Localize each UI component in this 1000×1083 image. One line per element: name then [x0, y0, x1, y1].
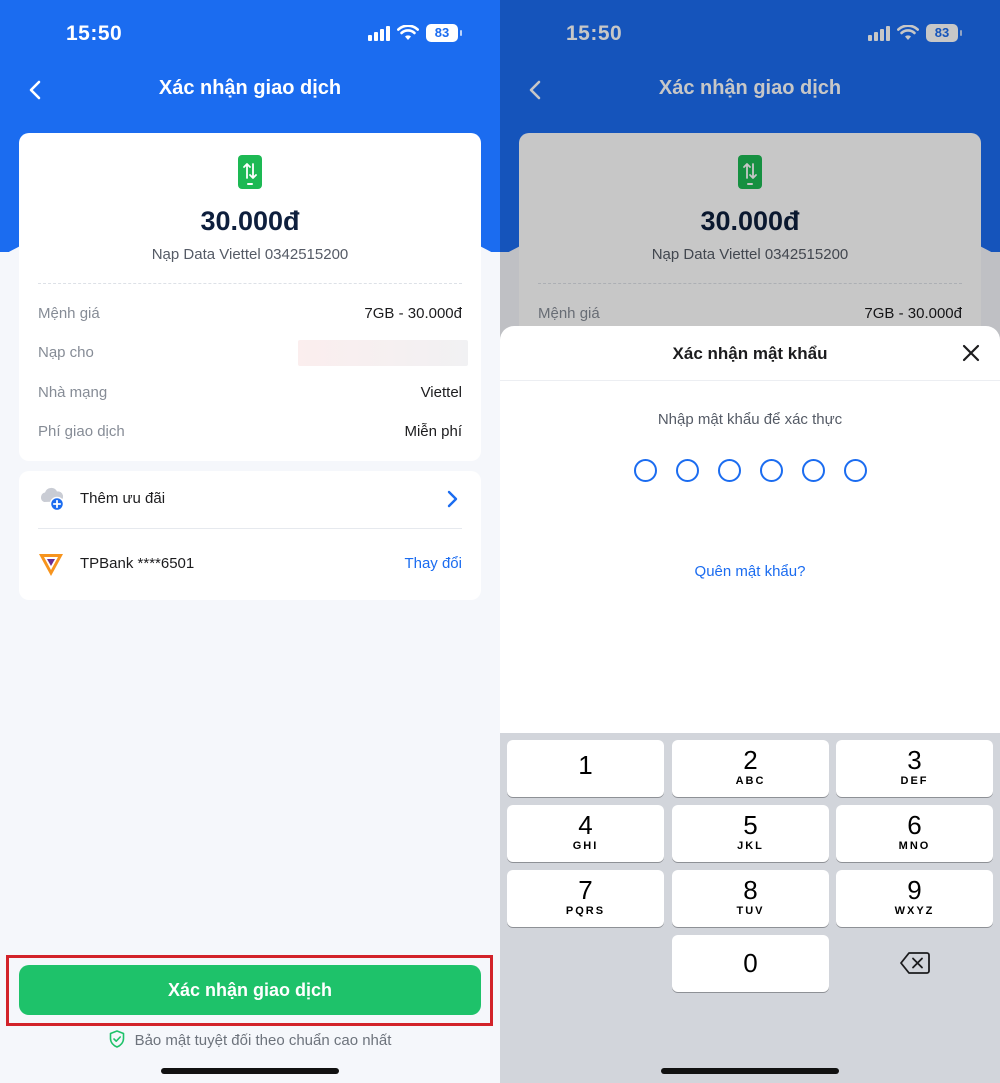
add-promo-row[interactable]: Thêm ưu đãi: [38, 484, 462, 514]
key-5[interactable]: 5 JKL: [672, 805, 829, 862]
key-1[interactable]: 1: [507, 740, 664, 797]
key-letters: PQRS: [565, 905, 606, 917]
divider: [500, 380, 1000, 381]
key-digit: 4: [578, 810, 593, 840]
password-confirm-screen: 15:50 83 Xác nhận giao dịch 30.000đ Nạp: [500, 0, 1000, 1083]
key-digit: 1: [578, 750, 593, 780]
key-0[interactable]: 0: [672, 935, 829, 992]
change-bank-link[interactable]: Thay đổi: [404, 555, 462, 572]
status-icons: 83: [368, 24, 462, 42]
key-digit: 0: [743, 948, 758, 978]
transaction-confirm-screen: 15:50 83 Xác nhận giao dịch 30.000đ Nạp: [0, 0, 500, 1083]
divider: [38, 528, 462, 529]
key-4[interactable]: 4 GHI: [507, 805, 664, 862]
forgot-password-link[interactable]: Quên mật khẩu?: [500, 563, 1000, 580]
key-digit: 3: [907, 745, 922, 775]
key-letters: ABC: [735, 775, 766, 787]
pin-dot: [760, 459, 783, 482]
status-bar: 15:50 83: [0, 0, 500, 68]
info-row-denomination: Mệnh giá 7GB - 30.000đ: [38, 302, 462, 326]
home-indicator: [661, 1068, 839, 1074]
transaction-summary-card: 30.000đ Nạp Data Viettel 0342515200 Mệnh…: [19, 133, 481, 461]
key-digit: 8: [743, 875, 758, 905]
security-note-text: Bảo mật tuyệt đối theo chuẩn cao nhất: [134, 1032, 392, 1049]
pin-dot: [844, 459, 867, 482]
key-letters: WXYZ: [894, 905, 935, 917]
transaction-amount: 30.000đ: [200, 206, 300, 236]
backspace-icon: [899, 952, 930, 974]
bank-account-label: TPBank ****6501: [80, 555, 195, 572]
key-digit: 2: [743, 745, 758, 775]
security-note: Bảo mật tuyệt đối theo chuẩn cao nhất: [0, 1030, 500, 1049]
chevron-right-icon[interactable]: [442, 487, 462, 511]
info-row-fee: Phí giao dịch Miễn phí: [38, 420, 462, 444]
info-label: Mệnh giá: [38, 305, 100, 322]
pin-dot: [634, 459, 657, 482]
wifi-icon: [397, 25, 419, 40]
page-title: Xác nhận giao dịch: [158, 77, 342, 99]
close-icon[interactable]: [960, 342, 982, 364]
info-row-recipient: Nạp cho: [38, 340, 468, 366]
info-label: Nhà mạng: [38, 384, 108, 401]
status-time: 15:50: [66, 22, 123, 45]
key-letters: TUV: [736, 905, 765, 917]
key-letters: DEF: [900, 775, 929, 787]
signal-icon: [368, 25, 390, 41]
pin-input[interactable]: [634, 459, 867, 482]
info-value: Miễn phí: [404, 423, 462, 440]
tpbank-logo-icon: [39, 554, 63, 576]
confirm-transaction-button[interactable]: Xác nhận giao dịch: [19, 965, 481, 1015]
shield-check-icon: [109, 1030, 124, 1048]
pin-dot: [802, 459, 825, 482]
add-promo-label: Thêm ưu đãi: [80, 490, 166, 507]
key-digit: 6: [907, 810, 922, 840]
key-letters: JKL: [737, 840, 764, 852]
promo-cloud-icon: [40, 487, 65, 512]
info-label: Phí giao dịch: [38, 423, 125, 440]
key-3[interactable]: 3 DEF: [836, 740, 993, 797]
redacted-value: [298, 340, 468, 366]
home-indicator: [161, 1068, 339, 1074]
key-8[interactable]: 8 TUV: [672, 870, 829, 927]
key-letters: MNO: [898, 840, 931, 852]
key-9[interactable]: 9 WXYZ: [836, 870, 993, 927]
key-2[interactable]: 2 ABC: [672, 740, 829, 797]
info-row-carrier: Nhà mạng Viettel: [38, 381, 462, 405]
info-value: 7GB - 30.000đ: [364, 305, 462, 322]
pin-dot: [676, 459, 699, 482]
info-label: Nạp cho: [38, 344, 94, 361]
nav-bar: Xác nhận giao dịch: [0, 68, 500, 112]
key-6[interactable]: 6 MNO: [836, 805, 993, 862]
key-digit: 9: [907, 875, 922, 905]
key-digit: 5: [743, 810, 758, 840]
bank-account-row: TPBank ****6501 Thay đổi: [38, 549, 462, 579]
pin-dot: [718, 459, 741, 482]
backspace-key[interactable]: [836, 935, 993, 992]
payment-options-card: Thêm ưu đãi TPBank ****6501 Thay đổi: [19, 471, 481, 600]
phone-data-icon: [238, 155, 262, 189]
key-7[interactable]: 7 PQRS: [507, 870, 664, 927]
info-value: Viettel: [420, 384, 462, 401]
numeric-keypad: 1 2 ABC 3 DEF 4 GHI 5 JKL 6 MNO 7 PQRS 8 TUV 9W…: [500, 733, 1000, 1083]
sheet-title: Xác nhận mật khẩu: [672, 344, 828, 363]
password-prompt: Nhập mật khẩu để xác thực: [657, 411, 843, 428]
transaction-description: Nạp Data Viettel 0342515200: [151, 246, 349, 263]
key-letters: GHI: [572, 840, 599, 852]
key-digit: 7: [578, 875, 593, 905]
battery-icon: 83: [426, 24, 462, 42]
dashed-divider: [38, 283, 462, 284]
